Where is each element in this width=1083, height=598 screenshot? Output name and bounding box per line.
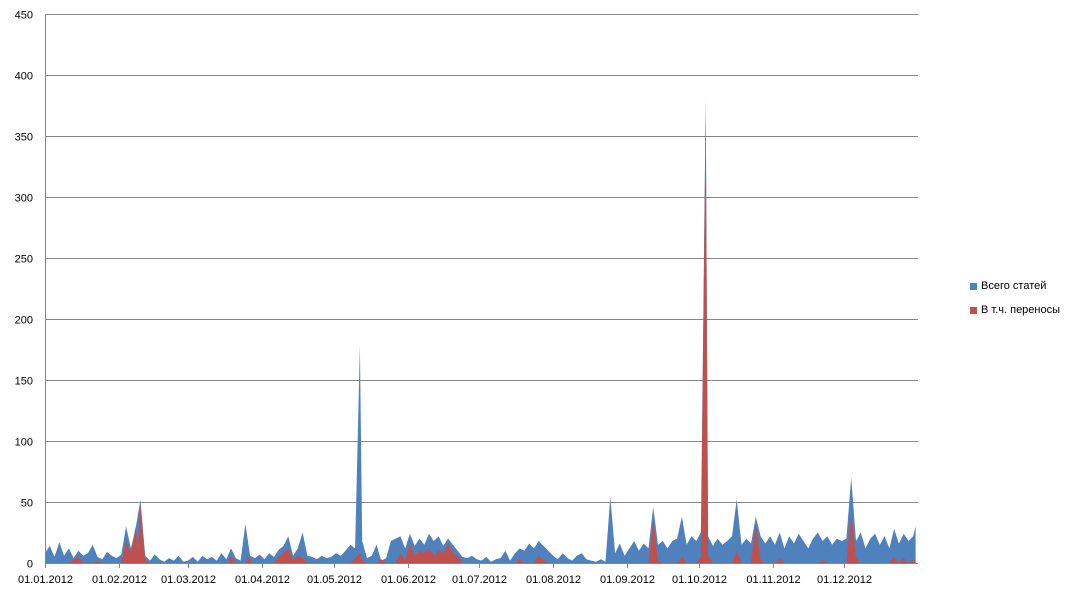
y-tick-label: 350	[15, 132, 33, 144]
x-tick-label: 01.12.2012	[817, 574, 872, 586]
x-tick-label: 01.02.2012	[92, 574, 147, 586]
y-tick-label: 150	[15, 376, 33, 388]
x-tick-label: 01.05.2012	[307, 574, 362, 586]
x-tick-label: 01.01.2012	[18, 574, 73, 586]
area-chart: 0 50 100 150 200 250 300 350 400 450 01.01.2012 01.…	[15, 10, 918, 586]
series-area-transfers	[45, 111, 916, 563]
y-tick-label: 50	[21, 498, 33, 510]
y-tick-label: 400	[15, 71, 33, 83]
chart: 0 50 100 150 200 250 300 350 400 450 01.01.2012 01.…	[0, 0, 1083, 598]
series-areas	[45, 99, 916, 564]
x-tick-label: 01.10.2012	[672, 574, 727, 586]
y-tick-label: 0	[27, 559, 33, 571]
y-tick-label: 300	[15, 193, 33, 205]
legend-swatch-total	[970, 282, 977, 290]
x-tick-label: 01.07.2012	[452, 574, 507, 586]
x-tick-label: 01.09.2012	[600, 574, 655, 586]
y-tick-label: 450	[15, 10, 33, 22]
axes: 0 50 100 150 200 250 300 350 400 450 01.01.2012 01.…	[15, 10, 918, 586]
x-tick-label: 01.04.2012	[235, 574, 290, 586]
x-tick-label: 01.11.2012	[746, 574, 800, 586]
y-tick-label: 200	[15, 315, 33, 327]
legend: Всего статей В т.ч. переносы	[970, 280, 1060, 328]
legend-label-transfers: В т.ч. переносы	[981, 304, 1061, 316]
y-tick-label: 100	[15, 437, 33, 449]
grid	[45, 14, 918, 503]
x-tick-label: 01.03.2012	[161, 574, 216, 586]
legend-item-total: Всего статей	[970, 280, 1060, 292]
legend-item-transfers: В т.ч. переносы	[970, 304, 1060, 316]
x-tick-label: 01.08.2012	[526, 574, 581, 586]
legend-label-total: Всего статей	[981, 280, 1047, 292]
series-area-total	[45, 99, 916, 564]
legend-swatch-transfers	[970, 306, 977, 314]
y-tick-label: 250	[15, 254, 33, 266]
x-tick-label: 01.06.2012	[381, 574, 436, 586]
